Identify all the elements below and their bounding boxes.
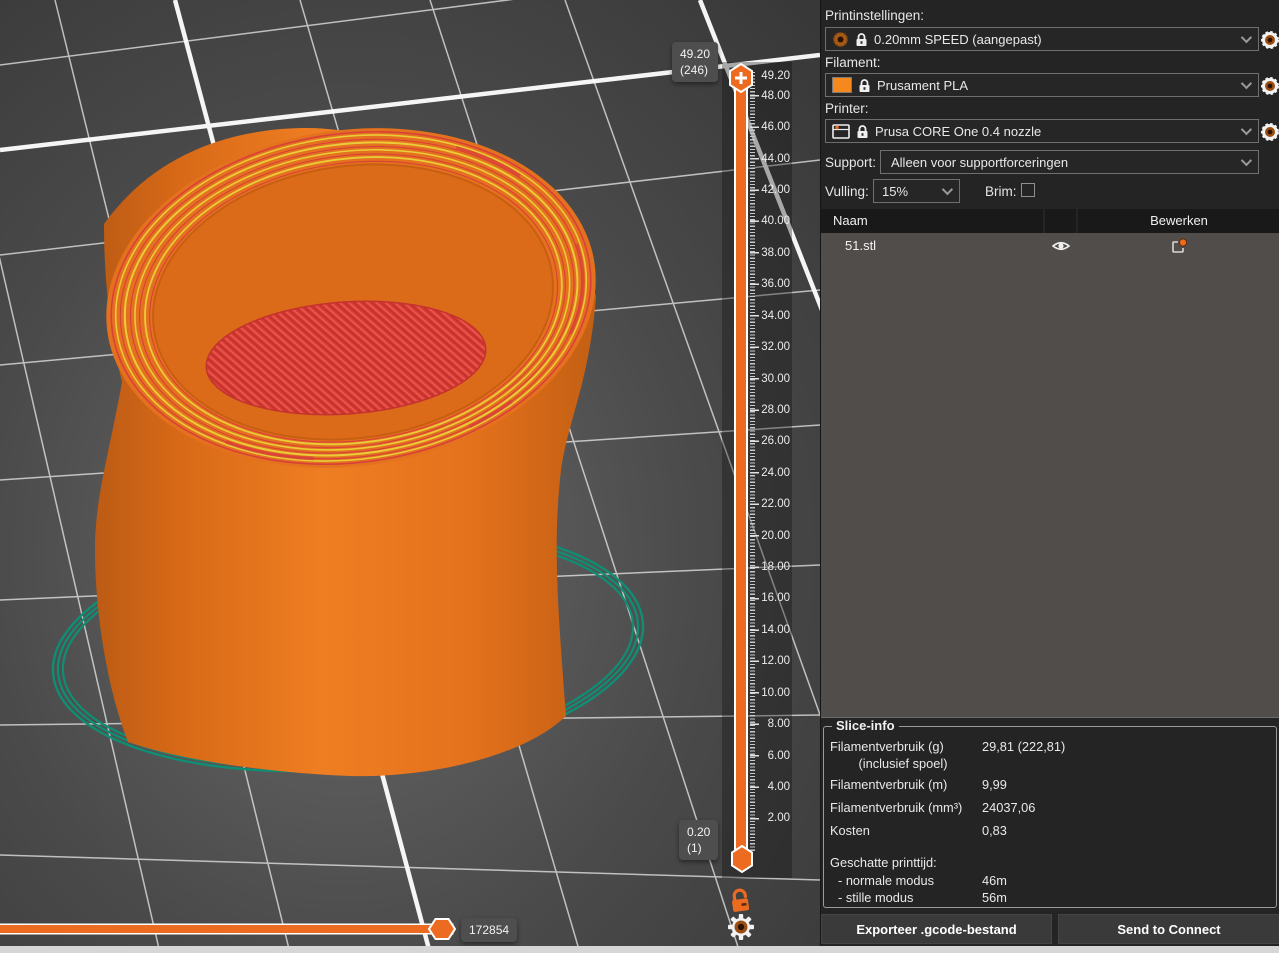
object-name[interactable]: 51.stl bbox=[845, 238, 876, 253]
layer-slider-top-tooltip: 49.20 (246) bbox=[672, 42, 718, 82]
print-settings-icon bbox=[832, 31, 849, 48]
slice-info-row: Kosten 0,83 bbox=[830, 823, 1270, 840]
infill-value: 15% bbox=[880, 184, 936, 199]
chevron-down-icon bbox=[1241, 32, 1252, 43]
printer-gear-icon[interactable] bbox=[1261, 123, 1279, 141]
slice-info-row: Filamentverbruik (mm³) 24037,06 bbox=[830, 800, 1270, 817]
print-settings-gear-icon[interactable] bbox=[1261, 31, 1279, 49]
printer-dropdown[interactable]: Prusa CORE One 0.4 nozzle bbox=[825, 119, 1259, 143]
slice-info-row: Filamentverbruik (g) (inclusief spoel) 2… bbox=[830, 739, 1270, 771]
brim-checkbox[interactable] bbox=[1021, 183, 1035, 197]
support-label: Support: bbox=[825, 155, 876, 170]
column-name: Naam bbox=[833, 213, 868, 228]
move-slider-tooltip: 172854 bbox=[461, 918, 517, 942]
infill-dropdown[interactable]: 15% bbox=[873, 179, 960, 203]
move-slider-track[interactable] bbox=[0, 925, 452, 933]
build-plate-scene bbox=[0, 0, 820, 953]
lock-icon bbox=[858, 78, 871, 93]
object-list[interactable]: 51.stl bbox=[821, 233, 1279, 718]
print-time-rows: - normale modus 46m - stille modus 56m bbox=[830, 873, 1270, 905]
print-settings-dropdown[interactable]: 0.20mm SPEED (aangepast) bbox=[825, 27, 1259, 51]
visibility-eye-icon[interactable] bbox=[1052, 239, 1070, 253]
lock-icon bbox=[856, 124, 869, 139]
print-settings-value: 0.20mm SPEED (aangepast) bbox=[874, 32, 1235, 47]
filament-gear-icon[interactable] bbox=[1261, 77, 1279, 95]
sliced-model[interactable] bbox=[84, 97, 618, 776]
slice-info-panel: Slice-info Filamentverbruik (g) (inclusi… bbox=[823, 726, 1277, 908]
layer-tick-labels: 48.0046.0044.0042.0040.0038.0036.0034.00… bbox=[752, 80, 790, 834]
right-panel: Printinstellingen: 0.20mm SPEED (aangepa… bbox=[820, 0, 1279, 953]
layer-slider-track[interactable] bbox=[734, 70, 748, 866]
brim-label: Brim: bbox=[985, 184, 1017, 199]
layer-slider-bottom-tooltip: 0.20 (1) bbox=[679, 820, 718, 860]
filament-swatch bbox=[832, 77, 852, 93]
filament-label: Filament: bbox=[825, 55, 881, 70]
print-settings-label: Printinstellingen: bbox=[825, 8, 924, 23]
send-to-connect-button[interactable]: Send to Connect bbox=[1058, 914, 1279, 944]
edit-object-icon[interactable] bbox=[1171, 238, 1188, 254]
3d-viewport[interactable]: 49.20 48.0046.0044.0042.0040.0038.0036.0… bbox=[0, 0, 820, 953]
object-row[interactable]: 51.stl bbox=[821, 233, 1279, 259]
chevron-down-icon bbox=[1241, 78, 1252, 89]
slice-info-title: Slice-info bbox=[832, 718, 899, 733]
layer-slider-upper-handle[interactable] bbox=[727, 63, 755, 93]
support-value: Alleen voor supportforceringen bbox=[887, 155, 1235, 170]
printer-label: Printer: bbox=[825, 101, 869, 116]
print-time-title: Geschatte printtijd: bbox=[830, 855, 1270, 870]
unlock-icon[interactable] bbox=[728, 885, 754, 913]
settings-gear-icon[interactable] bbox=[727, 913, 755, 941]
lock-icon bbox=[855, 32, 868, 47]
column-edit: Bewerken bbox=[1078, 213, 1279, 228]
print-time-row: - stille modus 56m bbox=[830, 890, 1270, 905]
filament-value: Prusament PLA bbox=[877, 78, 1235, 93]
move-slider-handle[interactable] bbox=[427, 917, 457, 941]
print-time-row: - normale modus 46m bbox=[830, 873, 1270, 888]
slice-info-row: Filamentverbruik (m) 9,99 bbox=[830, 777, 1270, 794]
slice-info-rows: Filamentverbruik (g) (inclusief spoel) 2… bbox=[830, 739, 1270, 846]
chevron-down-icon bbox=[942, 184, 953, 195]
filament-dropdown[interactable]: Prusament PLA bbox=[825, 73, 1259, 97]
infill-label: Vulling: bbox=[825, 184, 869, 199]
support-dropdown[interactable]: Alleen voor supportforceringen bbox=[880, 150, 1259, 174]
layer-slider-lower-handle[interactable] bbox=[729, 845, 755, 873]
prusaslicer-window: 49.20 48.0046.0044.0042.0040.0038.0036.0… bbox=[0, 0, 1279, 953]
chevron-down-icon bbox=[1241, 124, 1252, 135]
printer-icon bbox=[832, 124, 850, 139]
window-bottom-edge bbox=[0, 946, 1279, 953]
object-table-header: Naam Bewerken bbox=[821, 209, 1279, 233]
chevron-down-icon bbox=[1241, 155, 1252, 166]
export-gcode-button[interactable]: Exporteer .gcode-bestand bbox=[821, 914, 1052, 944]
printer-value: Prusa CORE One 0.4 nozzle bbox=[875, 124, 1235, 139]
